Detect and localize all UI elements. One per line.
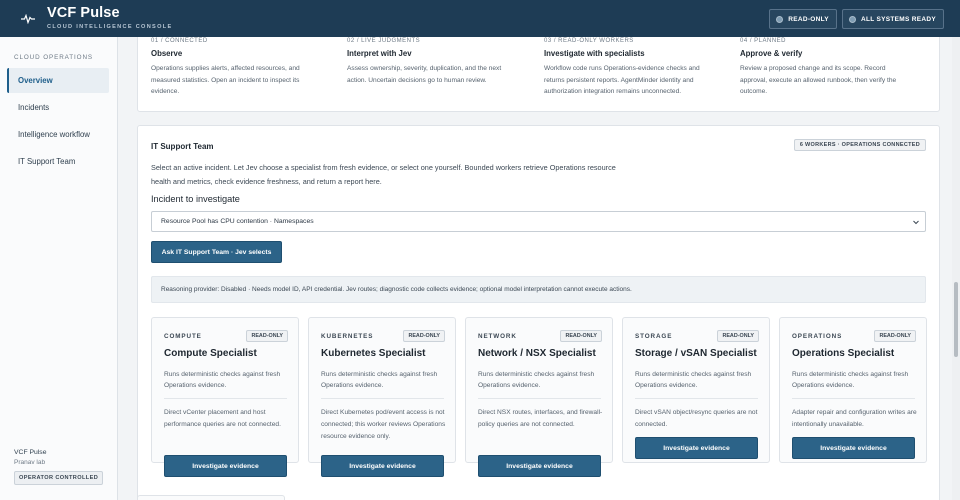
- read-only-badge: READ-ONLY: [246, 330, 288, 342]
- app-subtitle: CLOUD INTELLIGENCE CONSOLE: [47, 23, 173, 30]
- footer-app-name: VCF Pulse: [14, 449, 47, 456]
- sidebar-nav: Overview Incidents Intelligence workflow…: [0, 68, 117, 174]
- incident-select[interactable]: Resource Pool has CPU contention · Names…: [151, 211, 926, 232]
- specialist-name: Storage / vSAN Specialist: [635, 348, 757, 359]
- read-only-button[interactable]: READ-ONLY: [769, 9, 837, 29]
- sidebar-footer: VCF Pulse Pranav lab OPERATOR CONTROLLED: [14, 449, 104, 485]
- status-dot-icon: [848, 15, 856, 23]
- it-support-team-panel: IT Support Team 6 WORKERS · OPERATIONS C…: [137, 125, 940, 500]
- step-desc: Review a proposed change and its scope. …: [740, 65, 897, 95]
- specialist-desc: Runs deterministic checks against fresh …: [164, 371, 281, 389]
- step-desc: Assess ownership, severity, duplication,…: [347, 65, 502, 84]
- step-title: Approve & verify: [740, 49, 803, 58]
- step-observe: 01 / CONNECTED Observe Operations suppli…: [151, 37, 321, 98]
- operator-badge: OPERATOR CONTROLLED: [14, 471, 104, 485]
- specialist-domain: STORAGE: [635, 333, 673, 340]
- investigate-evidence-button[interactable]: Investigate evidence: [164, 455, 287, 477]
- step-eyebrow: 04 / PLANNED: [740, 38, 787, 44]
- specialist-name: Compute Specialist: [164, 348, 257, 359]
- reasoning-notice: Reasoning provider: Disabled · Needs mod…: [151, 276, 926, 303]
- specialist-name: Network / NSX Specialist: [478, 348, 596, 359]
- pulse-icon: [21, 13, 35, 24]
- specialist-note: Adapter repair and configuration writes …: [792, 409, 917, 428]
- step-title: Observe: [151, 49, 183, 58]
- chevron-down-icon: [913, 220, 919, 225]
- specialist-card-operations: OPERATIONS READ-ONLY Operations Speciali…: [779, 317, 927, 463]
- read-only-label: READ-ONLY: [788, 15, 829, 23]
- scrollbar-thumb[interactable]: [954, 282, 958, 357]
- app-title: VCF Pulse: [47, 5, 120, 22]
- investigate-evidence-button[interactable]: Investigate evidence: [478, 455, 601, 477]
- read-only-badge: READ-ONLY: [874, 330, 916, 342]
- read-only-badge: READ-ONLY: [717, 330, 759, 342]
- investigate-evidence-button[interactable]: Investigate evidence: [321, 455, 444, 477]
- step-investigate: 03 / READ-ONLY WORKERS Investigate with …: [544, 37, 714, 98]
- specialist-note: Direct NSX routes, interfaces, and firew…: [478, 409, 603, 428]
- sidebar-item-it-support-team[interactable]: IT Support Team: [7, 149, 109, 174]
- step-approve: 04 / PLANNED Approve & verify Review a p…: [740, 37, 910, 98]
- step-eyebrow: 02 / LIVE JUDGMENTS: [347, 38, 421, 44]
- investigate-evidence-button[interactable]: Investigate evidence: [792, 437, 915, 459]
- workflow-steps-panel: 01 / CONNECTED Observe Operations suppli…: [137, 37, 940, 112]
- step-eyebrow: 03 / READ-ONLY WORKERS: [544, 38, 634, 44]
- sidebar: CLOUD OPERATIONS Overview Incidents Inte…: [0, 37, 118, 500]
- read-only-badge: READ-ONLY: [403, 330, 445, 342]
- systems-ready-label: ALL SYSTEMS READY: [860, 15, 936, 23]
- specialist-card-kubernetes: KUBERNETES READ-ONLY Kubernetes Speciali…: [308, 317, 456, 477]
- specialist-card-storage: STORAGE READ-ONLY Storage / vSAN Special…: [622, 317, 770, 463]
- card-divider: [164, 398, 287, 399]
- page-scrollbar[interactable]: [952, 37, 960, 500]
- specialist-domain: COMPUTE: [164, 333, 202, 340]
- status-dot-icon: [776, 15, 784, 23]
- incident-label: Incident to investigate: [151, 194, 240, 204]
- specialist-domain: NETWORK: [478, 333, 517, 340]
- specialist-domain: OPERATIONS: [792, 333, 843, 340]
- specialist-desc: Runs deterministic checks against fresh …: [478, 371, 595, 389]
- step-eyebrow: 01 / CONNECTED: [151, 38, 208, 44]
- sidebar-item-overview[interactable]: Overview: [7, 68, 109, 93]
- sidebar-item-incidents[interactable]: Incidents: [7, 95, 109, 120]
- sidebar-item-intelligence-workflow[interactable]: Intelligence workflow: [7, 122, 109, 147]
- specialist-note: Direct Kubernetes pod/event access is no…: [321, 409, 446, 440]
- specialist-note: Direct vSAN object/resync queries are no…: [635, 409, 758, 428]
- specialist-desc: Runs deterministic checks against fresh …: [792, 371, 909, 389]
- step-title: Investigate with specialists: [544, 49, 645, 58]
- systems-ready-button[interactable]: ALL SYSTEMS READY: [841, 9, 944, 29]
- card-divider: [635, 398, 758, 399]
- specialist-domain: KUBERNETES: [321, 333, 374, 340]
- card-divider: [321, 398, 444, 399]
- card-divider: [792, 398, 915, 399]
- read-only-badge: READ-ONLY: [560, 330, 602, 342]
- specialist-desc: Runs deterministic checks against fresh …: [321, 371, 438, 389]
- top-bar: VCF Pulse CLOUD INTELLIGENCE CONSOLE REA…: [0, 0, 960, 37]
- step-title: Interpret with Jev: [347, 49, 412, 58]
- workers-badge: 6 WORKERS · OPERATIONS CONNECTED: [793, 139, 926, 151]
- ask-team-button[interactable]: Ask IT Support Team · Jev selects: [151, 241, 282, 263]
- specialist-card-compute: COMPUTE READ-ONLY Compute Specialist Run…: [151, 317, 299, 477]
- incident-selected-value: Resource Pool has CPU contention · Names…: [161, 218, 314, 225]
- specialist-card-network: NETWORK READ-ONLY Network / NSX Speciali…: [465, 317, 613, 477]
- section-description: Select an active incident. Let Jev choos…: [151, 163, 616, 186]
- investigate-evidence-button[interactable]: Investigate evidence: [635, 437, 758, 459]
- specialist-desc: Runs deterministic checks against fresh …: [635, 371, 752, 389]
- specialist-name: Operations Specialist: [792, 348, 895, 359]
- card-divider: [478, 398, 601, 399]
- specialist-name: Kubernetes Specialist: [321, 348, 426, 359]
- step-interpret: 02 / LIVE JUDGMENTS Interpret with Jev A…: [347, 37, 517, 86]
- next-card-peek: [137, 495, 285, 500]
- section-title: IT Support Team: [151, 142, 214, 151]
- step-desc: Operations supplies alerts, affected res…: [151, 65, 300, 95]
- step-desc: Workflow code runs Operations-evidence c…: [544, 65, 700, 95]
- main-content: 01 / CONNECTED Observe Operations suppli…: [118, 37, 960, 500]
- footer-user: Pranav lab: [14, 459, 46, 466]
- sidebar-heading: CLOUD OPERATIONS: [14, 54, 94, 61]
- brand[interactable]: VCF Pulse CLOUD INTELLIGENCE CONSOLE: [21, 6, 172, 30]
- specialist-note: Direct vCenter placement and host perfor…: [164, 409, 281, 428]
